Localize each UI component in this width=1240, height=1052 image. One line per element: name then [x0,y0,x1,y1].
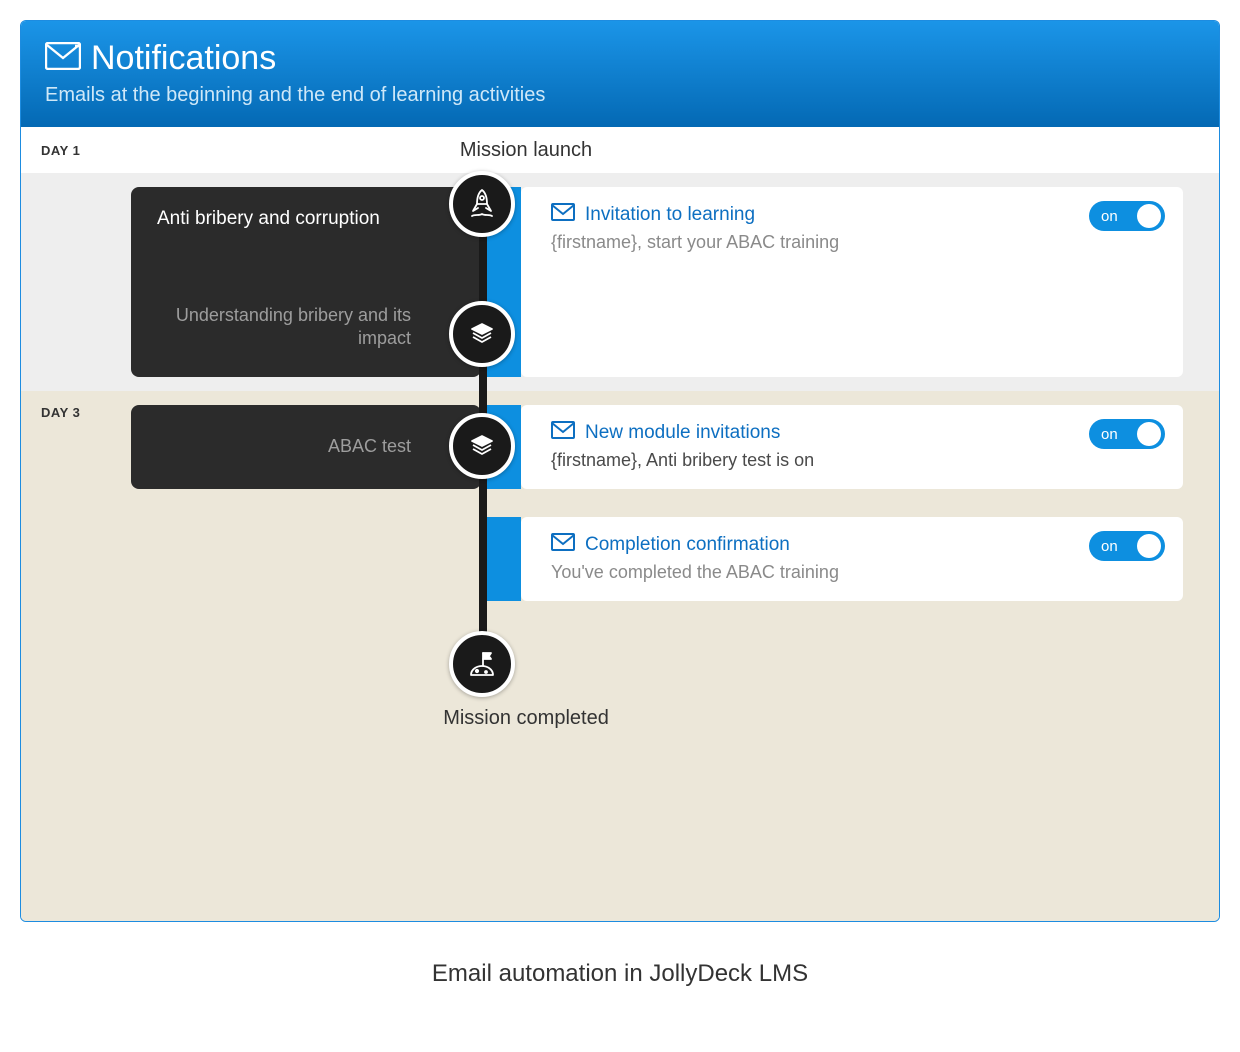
email-subject: {firstname}, start your ABAC training [551,232,1161,253]
toggle-label: on [1101,208,1118,225]
toggle-knob [1137,534,1161,558]
panel-header: Notifications Emails at the beginning an… [21,21,1219,127]
mission-card-1: Anti bribery and corruption Understandin… [131,187,481,377]
envelope-icon [551,533,575,556]
timeline-area: DAY 1 Mission launch Anti bribery and co… [21,127,1219,921]
section-day-1: Anti bribery and corruption Understandin… [21,173,1219,391]
email-title: New module invitations [585,422,780,444]
toggle-completion[interactable]: on [1089,531,1165,561]
mission-completed-label: Mission completed [376,707,676,730]
email-title: Completion confirmation [585,534,790,556]
module-icon [449,413,515,479]
envelope-icon [551,421,575,444]
toggle-knob [1137,204,1161,228]
notifications-panel: Notifications Emails at the beginning an… [20,20,1220,922]
email-tab [481,517,521,601]
section-day-3: DAY 3 ABAC test on [21,391,1219,921]
mission-card-2: ABAC test [131,405,481,489]
panel-title: Notifications [91,39,276,78]
toggle-new-module[interactable]: on [1089,419,1165,449]
email-subject: You've completed the ABAC training [551,562,1161,583]
envelope-icon [45,42,81,75]
mission-item: Understanding bribery and its impact [157,304,411,351]
toggle-label: on [1101,426,1118,443]
toggle-label: on [1101,538,1118,555]
caption: Email automation in JollyDeck LMS [20,960,1220,988]
email-card-invitation[interactable]: on Invitation to learning {firstname}, s… [521,187,1183,377]
panel-subtitle: Emails at the beginning and the end of l… [45,84,1195,107]
mission-item: ABAC test [157,435,411,458]
day-label-1: DAY 1 [41,143,80,158]
email-title: Invitation to learning [585,204,755,226]
email-card-new-module[interactable]: on New module invitations {firstname}, A… [521,405,1183,489]
toggle-invitation[interactable]: on [1089,201,1165,231]
email-subject: {firstname}, Anti bribery test is on [551,450,1161,471]
email-card-completion[interactable]: on Completion confirmation You've comple… [521,517,1183,601]
mission-title: Anti bribery and corruption [157,207,411,232]
rocket-icon [449,171,515,237]
flag-finish-icon [449,631,515,697]
toggle-knob [1137,422,1161,446]
mission-launch-label: Mission launch [376,139,676,162]
envelope-icon [551,203,575,226]
module-icon [449,301,515,367]
